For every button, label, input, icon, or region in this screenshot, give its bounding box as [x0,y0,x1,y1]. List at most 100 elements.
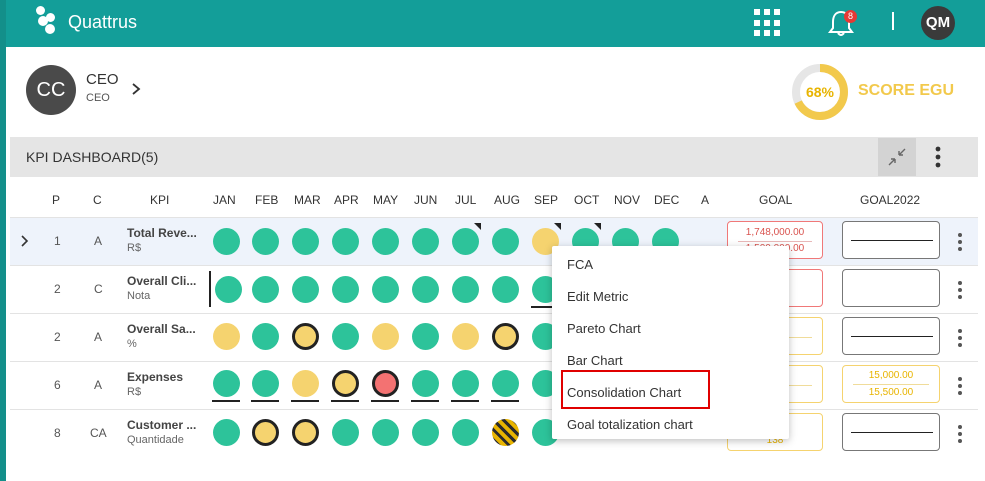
collapse-icon [888,148,906,166]
col-header-p: P [52,193,61,207]
col-header-nov: NOV [614,193,641,207]
status-dot-feb[interactable] [252,276,279,303]
status-dot-aug[interactable] [492,228,519,255]
goal2022-box[interactable] [842,269,940,307]
context-menu: FCA Edit Metric Pareto Chart Bar Chart C… [552,246,789,439]
status-dot-jul[interactable] [452,228,479,255]
status-dot-jan[interactable] [213,323,240,350]
kpi-name[interactable]: Overall Sa... [127,322,207,336]
status-dot-feb[interactable] [252,323,279,350]
status-dot-may[interactable] [372,276,399,303]
status-dot-jun[interactable] [412,419,439,446]
goal2022-box[interactable] [842,413,940,451]
expand-row-icon[interactable] [20,235,30,247]
table-row[interactable]: 6 A Expenses R$ 00 00 15,000.00 15,500.0… [10,362,978,410]
dashboard-title: KPI DASHBOARD(5) [26,149,159,165]
chevron-right-icon[interactable] [131,82,141,96]
comment-marker [594,223,601,230]
goal2022-box[interactable] [842,221,940,259]
status-dot-jul[interactable] [452,276,479,303]
status-dot-aug[interactable] [492,419,519,446]
underline-marker [291,400,319,402]
notification-count-badge: 8 [844,10,857,23]
kpi-name[interactable]: Total Reve... [127,226,207,240]
goal2022-box[interactable]: 15,000.00 15,500.00 [842,365,940,403]
status-dot-jan[interactable] [213,419,240,446]
status-dot-aug[interactable] [492,370,519,397]
status-dot-jan[interactable] [213,370,240,397]
col-header-jan: JAN [213,193,236,207]
status-dot-apr[interactable] [332,276,359,303]
apps-grid-icon[interactable] [754,9,782,37]
col-header-aug: AUG [494,193,521,207]
profile-avatar[interactable]: CC [26,65,76,115]
status-dot-may[interactable] [372,228,399,255]
status-dot-mar[interactable] [292,228,319,255]
row-more-icon[interactable] [956,232,964,252]
status-dot-mar[interactable] [292,419,319,446]
menu-item-pareto-chart[interactable]: Pareto Chart [567,321,641,336]
status-dot-mar[interactable] [292,370,319,397]
underline-marker [371,400,399,402]
status-dot-jul[interactable] [452,323,479,350]
menu-item-bar-chart[interactable]: Bar Chart [567,353,623,368]
kpi-name[interactable]: Overall Cli... [127,274,207,288]
status-dot-may[interactable] [372,370,399,397]
status-dot-feb[interactable] [252,419,279,446]
highlight-box [561,370,710,409]
status-dot-mar[interactable] [292,323,319,350]
kpi-unit: Nota [127,290,151,302]
status-dot-aug[interactable] [492,323,519,350]
menu-item-goal-totalization-chart[interactable]: Goal totalization chart [567,417,693,432]
col-header-oct: OCT [574,193,600,207]
table-row[interactable]: 2 C Overall Cli... Nota [10,266,978,314]
table-row[interactable]: 2 A Overall Sa... % 0 7 [10,314,978,362]
row-more-icon[interactable] [956,376,964,396]
status-dot-may[interactable] [372,419,399,446]
menu-item-fca[interactable]: FCA [567,257,593,272]
collapse-button[interactable] [878,138,916,176]
goal2022-actual-value: 15,500.00 [868,387,914,398]
col-header-apr: APR [334,193,359,207]
status-dot-apr[interactable] [332,370,359,397]
kpi-unit: R$ [127,386,142,398]
table-row[interactable]: 1 A Total Reve... R$ 1,748,000.00 1,500,… [10,217,978,266]
status-dot-jun[interactable] [412,228,439,255]
col-header-jul: JUL [455,193,477,207]
status-dot-jan[interactable] [213,228,240,255]
status-dot-mar[interactable] [292,276,319,303]
row-more-icon[interactable] [956,328,964,348]
period-marker [209,271,211,307]
status-dot-apr[interactable] [332,228,359,255]
status-dot-jul[interactable] [452,370,479,397]
status-dot-jan[interactable] [215,276,242,303]
status-dot-feb[interactable] [252,370,279,397]
kpi-name[interactable]: Customer ... [127,418,207,432]
row-priority: 1 [54,234,61,248]
table-row[interactable]: 8 CA Customer ... Quantidade 138 [10,410,978,457]
status-dot-apr[interactable] [332,323,359,350]
row-class: A [94,330,103,344]
left-edge-bar [0,0,6,481]
menu-item-edit-metric[interactable]: Edit Metric [567,289,628,304]
status-dot-aug[interactable] [492,276,519,303]
row-more-icon[interactable] [956,280,964,300]
row-more-icon[interactable] [956,424,964,444]
status-dot-feb[interactable] [252,228,279,255]
status-dot-jun[interactable] [412,323,439,350]
status-dot-jun[interactable] [412,370,439,397]
goal2022-box[interactable] [842,317,940,355]
col-header-dec: DEC [654,193,680,207]
kpi-name[interactable]: Expenses [127,370,207,384]
status-dot-jul[interactable] [452,419,479,446]
col-header-mar: MAR [294,193,321,207]
row-priority: 2 [54,330,61,344]
goal2022-target-value: 15,000.00 [868,370,914,381]
more-options-icon[interactable] [928,145,948,169]
comment-marker [474,223,481,230]
status-dot-apr[interactable] [332,419,359,446]
row-class: CA [90,426,107,440]
status-dot-jun[interactable] [412,276,439,303]
status-dot-may[interactable] [372,323,399,350]
user-avatar[interactable]: QM [921,6,955,40]
